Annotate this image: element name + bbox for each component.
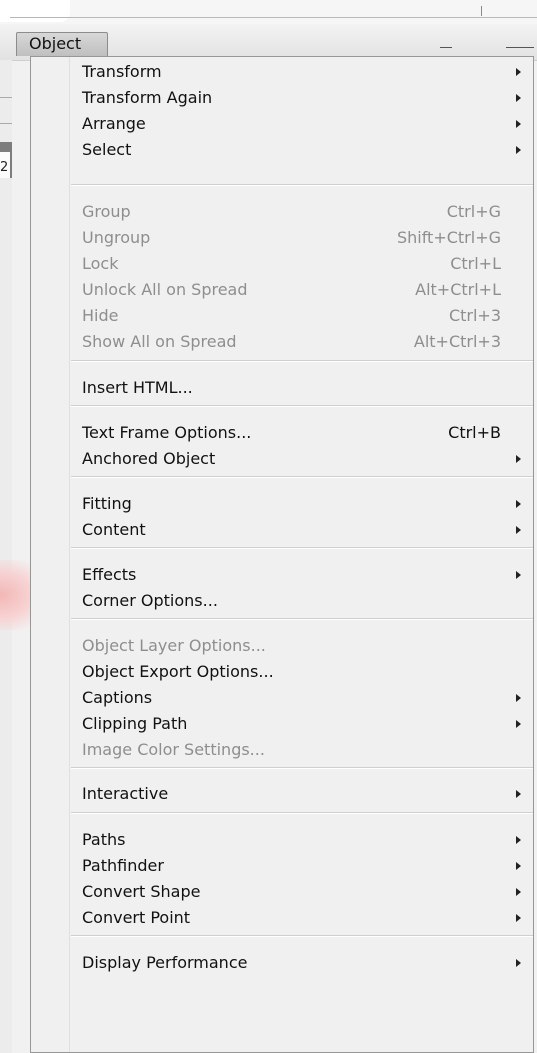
divider <box>10 17 537 18</box>
menu-item-insert-html[interactable]: Insert HTML... <box>71 373 531 403</box>
divider <box>481 6 482 16</box>
menu-item-label: Image Color Settings... <box>82 740 265 759</box>
menu-item-display-performance[interactable]: Display Performance <box>71 948 531 978</box>
menu-separator <box>71 476 533 477</box>
submenu-arrow-icon <box>516 720 521 728</box>
menu-separator <box>71 812 533 813</box>
menu-separator <box>71 547 533 548</box>
submenu-arrow-icon <box>516 959 521 967</box>
menu-separator <box>71 360 533 361</box>
menu-item-convert-point[interactable]: Convert Point <box>71 903 531 933</box>
object-dropdown-menu: Transform Transform Again Arrange Select Gro… <box>30 56 534 1053</box>
menu-item-label: Show All on Spread <box>82 332 237 351</box>
menu-separator <box>71 618 533 619</box>
menu-item-interactive[interactable]: Interactive <box>71 779 531 809</box>
menu-object[interactable]: Object <box>16 32 108 56</box>
menu-item-label: Convert Point <box>82 908 191 927</box>
window-title-bar <box>0 0 537 25</box>
menu-item-label: Content <box>82 520 146 539</box>
submenu-arrow-icon <box>516 120 521 128</box>
submenu-arrow-icon <box>516 790 521 798</box>
divider <box>0 97 12 98</box>
menu-item-shortcut: Alt+Ctrl+3 <box>413 332 501 351</box>
menu-item-label: Insert HTML... <box>82 378 193 397</box>
menu-item-select[interactable]: Select <box>71 135 531 165</box>
left-panel <box>0 60 12 1053</box>
divider <box>0 123 12 124</box>
menu-separator <box>71 405 533 406</box>
submenu-arrow-icon <box>516 914 521 922</box>
submenu-arrow-icon <box>516 571 521 579</box>
menu-item-show-all-on-spread[interactable]: Show All on Spread Alt+Ctrl+3 <box>71 327 531 357</box>
menu-item-label: Select <box>82 140 132 159</box>
menu-separator <box>71 935 533 936</box>
menu-item-label: Corner Options... <box>82 591 218 610</box>
submenu-arrow-icon <box>516 455 521 463</box>
left-panel-text: 2 <box>0 160 9 175</box>
menu-item-image-color-settings[interactable]: Image Color Settings... <box>71 735 531 765</box>
menu-icon-gutter <box>31 57 70 1052</box>
menu-separator <box>71 767 533 768</box>
menu-item-content[interactable]: Content <box>71 515 531 545</box>
menu-item-label: Anchored Object <box>82 449 216 468</box>
submenu-arrow-icon <box>516 500 521 508</box>
document-tab-area <box>0 0 70 22</box>
menu-item-label: Display Performance <box>82 953 248 972</box>
divider <box>506 47 534 48</box>
menu-item-anchored-object[interactable]: Anchored Object <box>71 444 531 474</box>
submenu-arrow-icon <box>516 526 521 534</box>
menu-item-label: Interactive <box>82 784 169 803</box>
submenu-arrow-icon <box>516 888 521 896</box>
divider <box>440 47 452 48</box>
menu-item-corner-options[interactable]: Corner Options... <box>71 586 531 616</box>
submenu-arrow-icon <box>516 694 521 702</box>
menu-separator <box>71 184 533 185</box>
submenu-arrow-icon <box>516 94 521 102</box>
submenu-arrow-icon <box>516 862 521 870</box>
submenu-arrow-icon <box>516 836 521 844</box>
submenu-arrow-icon <box>516 146 521 154</box>
submenu-arrow-icon <box>516 68 521 76</box>
